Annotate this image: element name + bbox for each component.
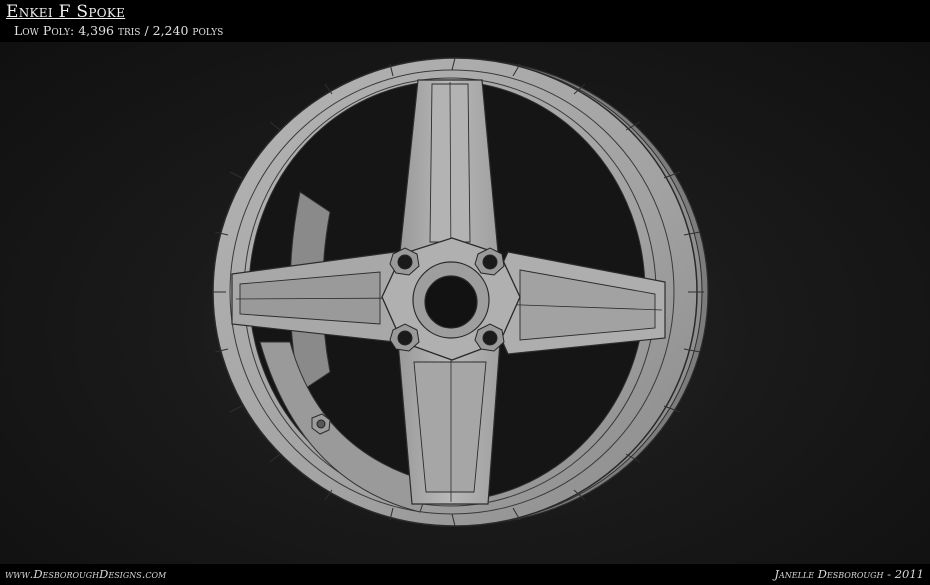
render-viewport [0, 42, 930, 564]
website-url: www.DesboroughDesigns.com [5, 567, 167, 581]
wheel-render [212, 57, 709, 527]
author-credit: Janelle Desborough - 2011 [774, 567, 924, 581]
header-bar: Enkei F Spoke Low Poly: 4,396 tris / 2,2… [0, 0, 930, 42]
model-title: Enkei F Spoke [6, 2, 126, 22]
poly-count: Low Poly: 4,396 tris / 2,240 polys [14, 23, 224, 38]
footer-bar: www.DesboroughDesigns.com Janelle Desbor… [0, 564, 930, 585]
